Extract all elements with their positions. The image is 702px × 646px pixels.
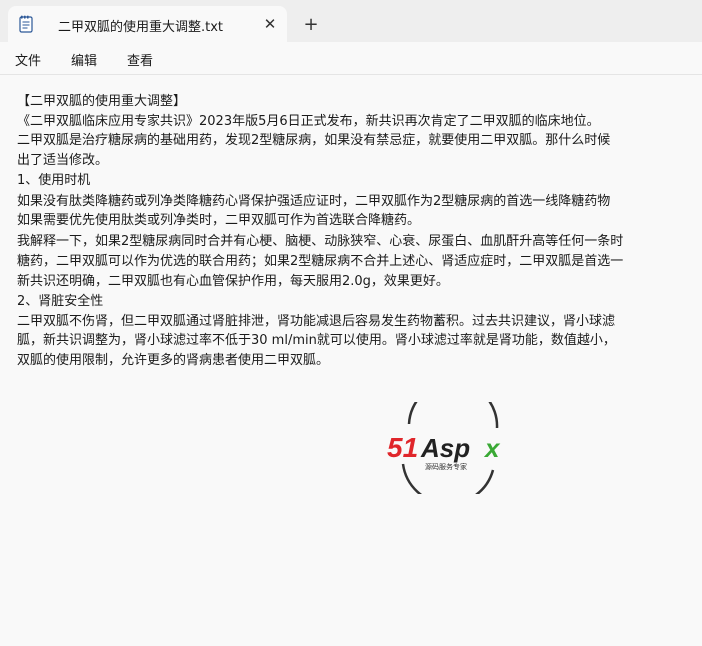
text-line: 《二甲双胍临床应用专家共识》2023年版5月6日正式发布，新共识再次肯定了二甲双… — [17, 114, 600, 129]
text-line: 我解释一下，如果2型糖尿病同时合并有心梗、脑梗、动脉狭窄、心衰、尿蛋白、血肌酐升… — [17, 234, 624, 249]
text-line: 如果没有肽类降糖药或列净类降糖药心肾保护强适应证时，二甲双胍作为2型糖尿病的首选… — [17, 194, 611, 209]
tab-title: 二甲双胍的使用重大调整.txt — [58, 20, 224, 35]
svg-text:Asp: Asp — [420, 433, 470, 463]
svg-text:x: x — [483, 433, 501, 463]
text-line: 二甲双胍是治疗糖尿病的基础用药，发现2型糖尿病，如果没有禁忌症，就要使用二甲双胍… — [17, 133, 611, 148]
menu-edit[interactable]: 编辑 — [71, 50, 97, 69]
menu-view[interactable]: 查看 — [127, 50, 153, 69]
text-line: 新共识还明确，二甲双胍也有心血管保护作用，每天服用2.0g，效果更好。 — [17, 274, 449, 289]
text-editor[interactable]: 【二甲双胍的使用重大调整】 《二甲双胍临床应用专家共识》2023年版5月6日正式… — [0, 75, 702, 646]
text-line: 双胍的使用限制，允许更多的肾病患者使用二甲双胍。 — [17, 353, 330, 368]
text-line: 糖药，二甲双胍可以作为优选的联合用药；如果2型糖尿病不合并上述心、肾适应症时，二… — [17, 254, 624, 269]
svg-text:源码服务专家: 源码服务专家 — [425, 462, 467, 471]
text-line: 1、使用时机 — [17, 173, 91, 188]
text-line: 如果需要优先使用肽类或列净类时，二甲双胍可作为首选联合降糖药。 — [17, 213, 421, 228]
menu-file[interactable]: 文件 — [15, 50, 41, 69]
svg-text:51: 51 — [387, 432, 418, 463]
text-line: 二甲双胍不伤肾，但二甲双胍通过肾脏排泄，肾功能减退后容易发生药物蓄积。过去共识建… — [17, 314, 616, 329]
watermark-logo: 51 Asp x 源码服务专家 — [387, 402, 501, 494]
text-line: 胍，新共识调整为，肾小球滤过率不低于30 ml/min就可以使用。肾小球滤过率就… — [17, 333, 616, 348]
menu-bar: 文件 编辑 查看 — [0, 42, 702, 74]
text-line: 出了适当修改。 — [17, 153, 109, 168]
text-line: 【二甲双胍的使用重大调整】 — [17, 94, 187, 109]
document-tab[interactable]: 二甲双胍的使用重大调整.txt ✕ — [8, 6, 287, 42]
text-line: 2、肾脏安全性 — [17, 294, 104, 309]
title-bar: 二甲双胍的使用重大调整.txt ✕ + — [0, 0, 702, 42]
notepad-icon — [19, 15, 33, 33]
new-tab-button[interactable]: + — [300, 14, 322, 36]
close-tab-icon[interactable]: ✕ — [260, 14, 280, 34]
